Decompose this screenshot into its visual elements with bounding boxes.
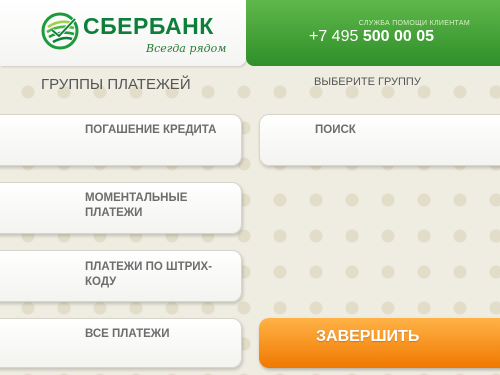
button-label-line1: МОМЕНТАЛЬНЫЕ xyxy=(85,192,188,204)
instant-payments-button[interactable]: МОМЕНТАЛЬНЫЕ ПЛАТЕЖИ xyxy=(0,182,242,234)
phone-number: 500 00 05 xyxy=(362,28,434,45)
button-label-line2: КОДУ xyxy=(85,276,117,288)
sberbank-logo-icon xyxy=(41,12,79,50)
phone-prefix: +7 495 xyxy=(308,28,363,45)
header: СБЕРБАНК Всегда рядом СЛУЖБА ПОМОЩИ КЛИЕ… xyxy=(0,0,500,66)
button-label: ЗАВЕРШИТЬ xyxy=(316,328,420,345)
button-label: ВСЕ ПЛАТЕЖИ xyxy=(85,328,170,340)
button-label: ПОИСК xyxy=(315,124,356,136)
logo-panel: СБЕРБАНК Всегда рядом xyxy=(0,0,246,66)
button-label-line2: ПЛАТЕЖИ xyxy=(85,207,143,219)
support-label: СЛУЖБА ПОМОЩИ КЛИЕНТАМ xyxy=(358,20,470,27)
support-phone: +7 495 500 00 05 xyxy=(246,28,434,46)
brand-name: СБЕРБАНК xyxy=(83,13,214,39)
button-label-line1: ПЛАТЕЖИ ПО ШТРИХ- xyxy=(85,261,213,273)
choose-group-hint: ВЫБЕРИТЕ ГРУППУ xyxy=(314,76,421,88)
page-title: ГРУППЫ ПЛАТЕЖЕЙ xyxy=(41,76,191,93)
search-button[interactable]: ПОИСК xyxy=(259,114,500,166)
brand-slogan: Всегда рядом xyxy=(146,42,227,55)
barcode-payments-button[interactable]: ПЛАТЕЖИ ПО ШТРИХ- КОДУ xyxy=(0,250,242,302)
loan-repayment-button[interactable]: ПОГАШЕНИЕ КРЕДИТА xyxy=(0,114,242,166)
all-payments-button[interactable]: ВСЕ ПЛАТЕЖИ xyxy=(0,318,242,368)
finish-button[interactable]: ЗАВЕРШИТЬ xyxy=(259,318,500,368)
button-label: ПОГАШЕНИЕ КРЕДИТА xyxy=(85,124,217,136)
support-panel: СЛУЖБА ПОМОЩИ КЛИЕНТАМ +7 495 500 00 05 xyxy=(246,0,500,66)
